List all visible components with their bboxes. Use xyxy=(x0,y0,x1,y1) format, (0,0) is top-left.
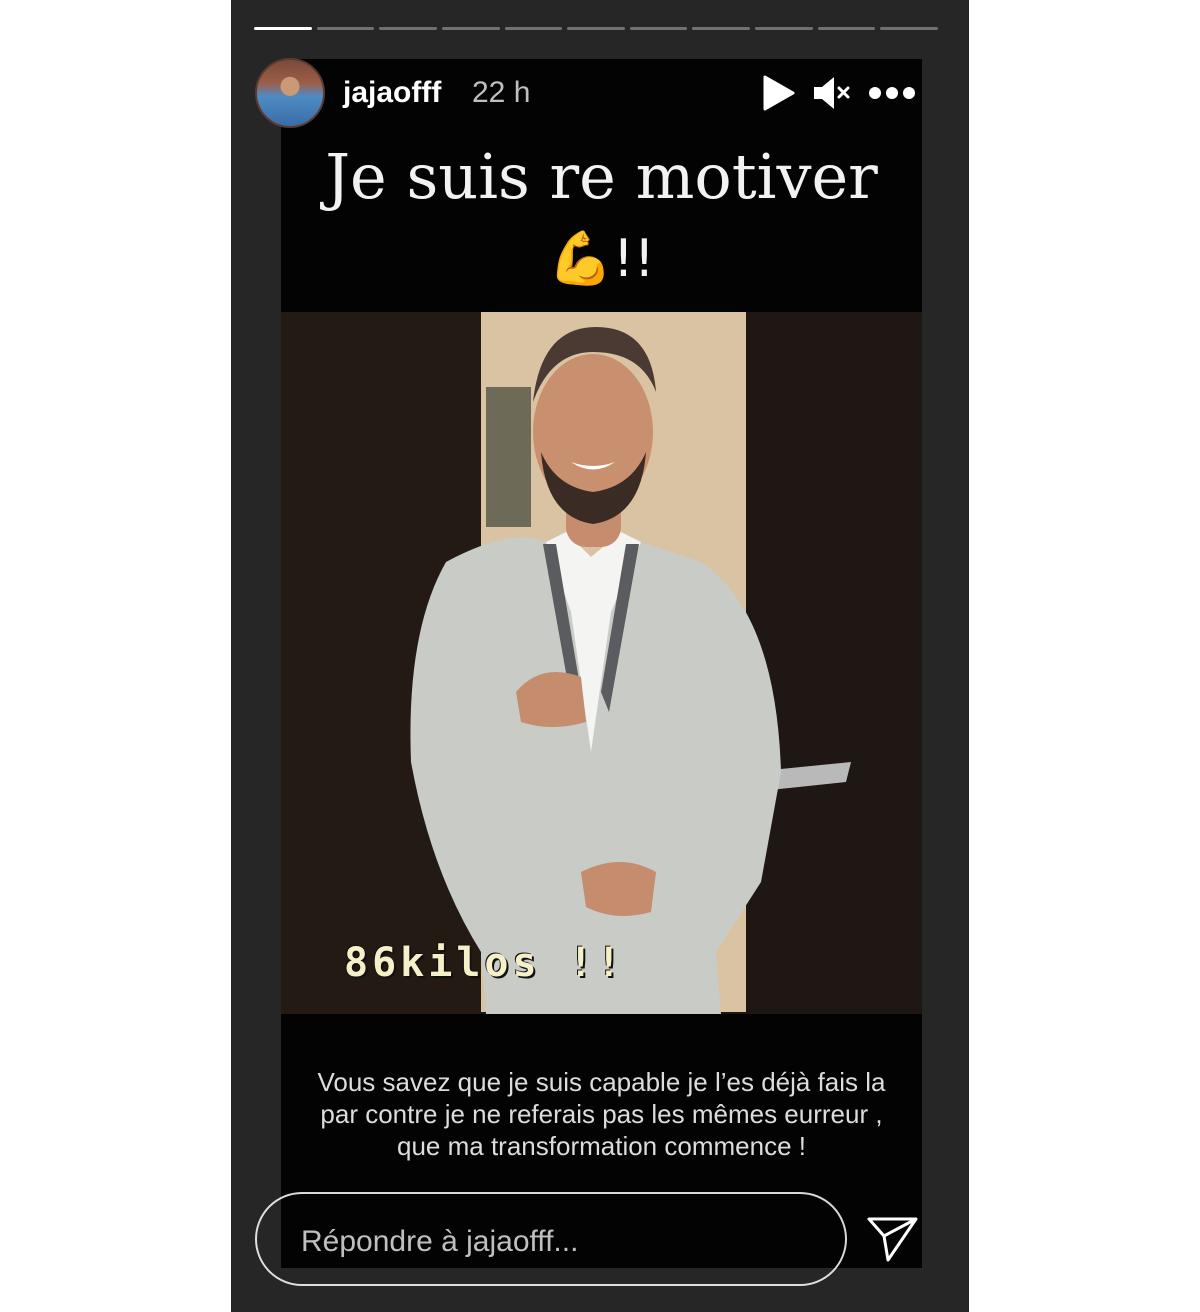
story-headline: Je suis re motiver xyxy=(325,140,878,213)
progress-segment xyxy=(441,27,500,30)
reply-box[interactable] xyxy=(255,1192,847,1286)
play-icon[interactable] xyxy=(760,74,796,112)
timestamp: 22 h xyxy=(472,76,531,109)
story-caption: Vous savez que je suis capable je l’es d… xyxy=(317,1067,886,1161)
avatar[interactable] xyxy=(255,58,325,128)
progress-segment xyxy=(504,27,563,30)
progress-segment xyxy=(755,27,813,30)
progress-segment xyxy=(880,27,939,30)
username[interactable]: jajaofff xyxy=(343,76,441,110)
reply-input[interactable] xyxy=(301,1222,821,1262)
progress-segment xyxy=(379,27,437,30)
progress-segment xyxy=(692,27,751,30)
progress-segment xyxy=(254,27,312,30)
story-progress-bar xyxy=(254,27,939,30)
story-emoji-line: 💪!! xyxy=(548,229,655,289)
story-photo xyxy=(281,312,922,1014)
send-icon[interactable] xyxy=(866,1214,920,1264)
more-icon[interactable] xyxy=(867,84,917,102)
photo-overlay-text: 86kilos !! xyxy=(344,940,625,986)
progress-segment xyxy=(817,27,876,30)
progress-segment xyxy=(629,27,688,30)
mute-icon[interactable] xyxy=(812,74,852,112)
progress-segment xyxy=(316,27,375,30)
progress-segment xyxy=(567,27,625,30)
